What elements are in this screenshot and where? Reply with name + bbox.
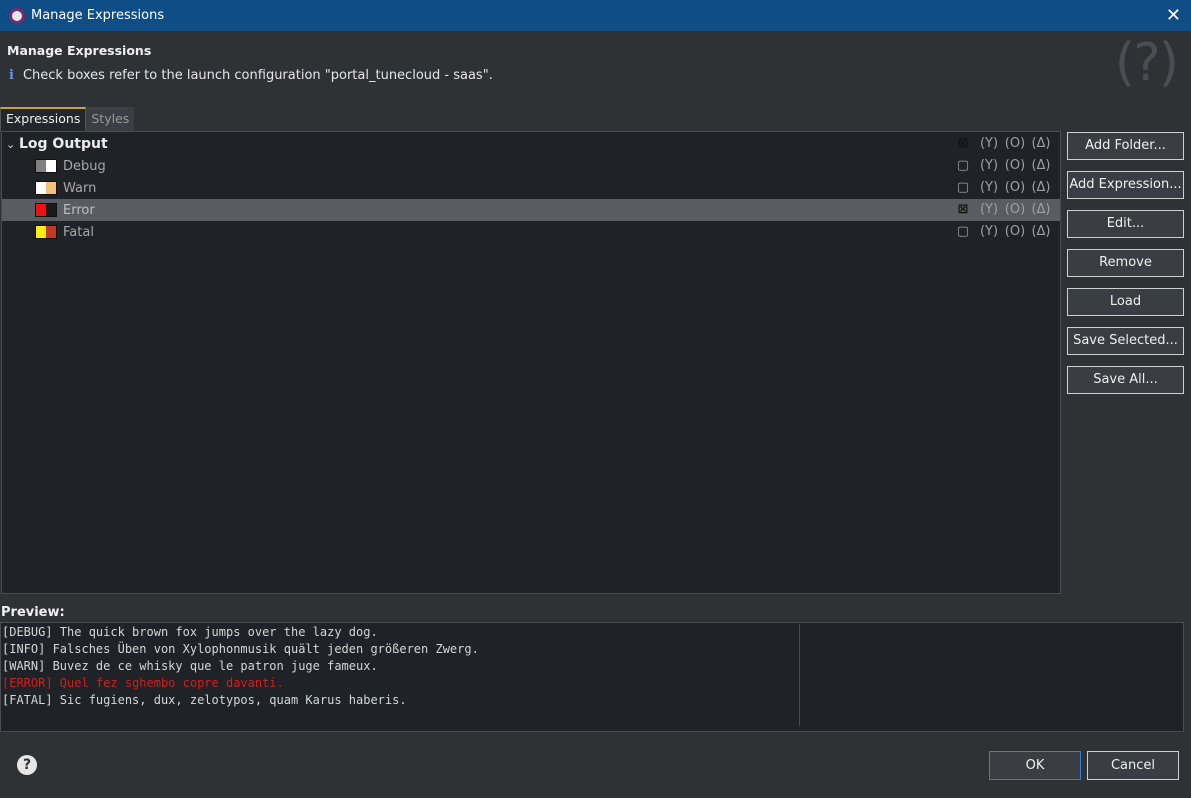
folder-label: Log Output bbox=[19, 136, 108, 152]
app-icon bbox=[9, 7, 25, 24]
edit-button[interactable]: Edit... bbox=[1067, 210, 1184, 238]
filter-icon[interactable]: (Y) bbox=[978, 179, 1000, 197]
enabled-checkbox-icon[interactable]: ⊠ bbox=[952, 135, 974, 153]
highlight-icon[interactable]: (O) bbox=[1004, 135, 1026, 153]
color-swatch bbox=[35, 159, 57, 173]
item-flags: ⊠ (Y) (O) (Δ) bbox=[952, 201, 1052, 219]
add-expression-button[interactable]: Add Expression... bbox=[1067, 171, 1184, 199]
dialog-header: Manage Expressions i Check boxes refer t… bbox=[0, 31, 1191, 106]
preview-line-info: [INFO] Falsches Üben von Xylophonmusik q… bbox=[2, 642, 479, 656]
alert-icon[interactable]: (Δ) bbox=[1030, 135, 1052, 153]
preview-line-debug: [DEBUG] The quick brown fox jumps over t… bbox=[2, 625, 378, 639]
highlight-icon[interactable]: (O) bbox=[1004, 223, 1026, 241]
tab-bar: Expressions Styles bbox=[0, 107, 135, 131]
preview-line-error: [ERROR] Quel fez sghembo copre davanti. bbox=[2, 676, 284, 690]
tree-item-warn[interactable]: Warn ▢ (Y) (O) (Δ) bbox=[2, 177, 1060, 199]
tab-styles[interactable]: Styles bbox=[86, 107, 135, 131]
item-flags: ▢ (Y) (O) (Δ) bbox=[952, 179, 1052, 197]
preview-label: Preview: bbox=[1, 605, 65, 620]
alert-icon[interactable]: (Δ) bbox=[1030, 223, 1052, 241]
alert-icon[interactable]: (Δ) bbox=[1030, 201, 1052, 219]
info-message: i Check boxes refer to the launch config… bbox=[9, 68, 493, 83]
window-title: Manage Expressions bbox=[31, 8, 165, 23]
swatch-foreground bbox=[36, 226, 46, 238]
folder-flags: ⊠ (Y) (O) (Δ) bbox=[952, 135, 1052, 153]
dialog-heading: Manage Expressions bbox=[7, 43, 152, 58]
add-folder-button[interactable]: Add Folder... bbox=[1067, 132, 1184, 160]
color-swatch bbox=[35, 203, 57, 217]
item-label: Warn bbox=[63, 180, 97, 196]
enabled-checkbox-icon[interactable]: ▢ bbox=[952, 179, 974, 197]
enabled-checkbox-icon[interactable]: ⊠ bbox=[952, 201, 974, 219]
tab-expressions[interactable]: Expressions bbox=[0, 107, 87, 131]
preview-pane[interactable]: [DEBUG] The quick brown fox jumps over t… bbox=[0, 622, 1184, 732]
preview-line-fatal: [FATAL] Sic fugiens, dux, zelotypos, qua… bbox=[2, 693, 407, 707]
info-text: Check boxes refer to the launch configur… bbox=[22, 68, 493, 83]
chevron-down-icon[interactable]: ⌄ bbox=[6, 138, 15, 151]
highlight-icon[interactable]: (O) bbox=[1004, 157, 1026, 175]
highlight-icon[interactable]: (O) bbox=[1004, 201, 1026, 219]
tree-item-debug[interactable]: Debug ▢ (Y) (O) (Δ) bbox=[2, 155, 1060, 177]
save-all-button[interactable]: Save All... bbox=[1067, 366, 1184, 394]
remove-button[interactable]: Remove bbox=[1067, 249, 1184, 277]
alert-icon[interactable]: (Δ) bbox=[1030, 179, 1052, 197]
swatch-background bbox=[46, 204, 56, 216]
info-icon: i bbox=[9, 68, 14, 83]
tree-item-error[interactable]: Error ⊠ (Y) (O) (Δ) bbox=[2, 199, 1060, 221]
save-selected-button[interactable]: Save Selected... bbox=[1067, 327, 1184, 355]
swatch-foreground bbox=[36, 204, 46, 216]
close-icon[interactable]: ✕ bbox=[1166, 5, 1181, 26]
filter-icon[interactable]: (Y) bbox=[978, 135, 1000, 153]
tree-item-fatal[interactable]: Fatal ▢ (Y) (O) (Δ) bbox=[2, 221, 1060, 243]
help-watermark-icon: (?) bbox=[1114, 33, 1179, 93]
item-flags: ▢ (Y) (O) (Δ) bbox=[952, 157, 1052, 175]
cancel-button[interactable]: Cancel bbox=[1087, 751, 1179, 780]
swatch-background bbox=[46, 160, 56, 172]
item-label: Fatal bbox=[63, 224, 94, 240]
filter-icon[interactable]: (Y) bbox=[978, 201, 1000, 219]
color-swatch bbox=[35, 225, 57, 239]
enabled-checkbox-icon[interactable]: ▢ bbox=[952, 223, 974, 241]
highlight-icon[interactable]: (O) bbox=[1004, 179, 1026, 197]
swatch-foreground bbox=[36, 182, 46, 194]
enabled-checkbox-icon[interactable]: ▢ bbox=[952, 157, 974, 175]
item-label: Error bbox=[63, 202, 95, 218]
print-margin-line bbox=[799, 624, 800, 726]
item-flags: ▢ (Y) (O) (Δ) bbox=[952, 223, 1052, 241]
tree-folder-log-output[interactable]: ⌄ Log Output ⊠ (Y) (O) (Δ) bbox=[2, 133, 1060, 155]
preview-line-warn: [WARN] Buvez de ce whisky que le patron … bbox=[2, 659, 378, 673]
filter-icon[interactable]: (Y) bbox=[978, 157, 1000, 175]
load-button[interactable]: Load bbox=[1067, 288, 1184, 316]
help-icon[interactable]: ? bbox=[17, 755, 37, 775]
swatch-background bbox=[46, 182, 56, 194]
ok-button[interactable]: OK bbox=[989, 751, 1081, 780]
swatch-background bbox=[46, 226, 56, 238]
alert-icon[interactable]: (Δ) bbox=[1030, 157, 1052, 175]
item-label: Debug bbox=[63, 158, 106, 174]
title-bar: Manage Expressions ✕ bbox=[0, 0, 1191, 31]
expressions-tree[interactable]: ⌄ Log Output ⊠ (Y) (O) (Δ) Debug ▢ (Y) (… bbox=[1, 131, 1061, 594]
swatch-foreground bbox=[36, 160, 46, 172]
filter-icon[interactable]: (Y) bbox=[978, 223, 1000, 241]
color-swatch bbox=[35, 181, 57, 195]
